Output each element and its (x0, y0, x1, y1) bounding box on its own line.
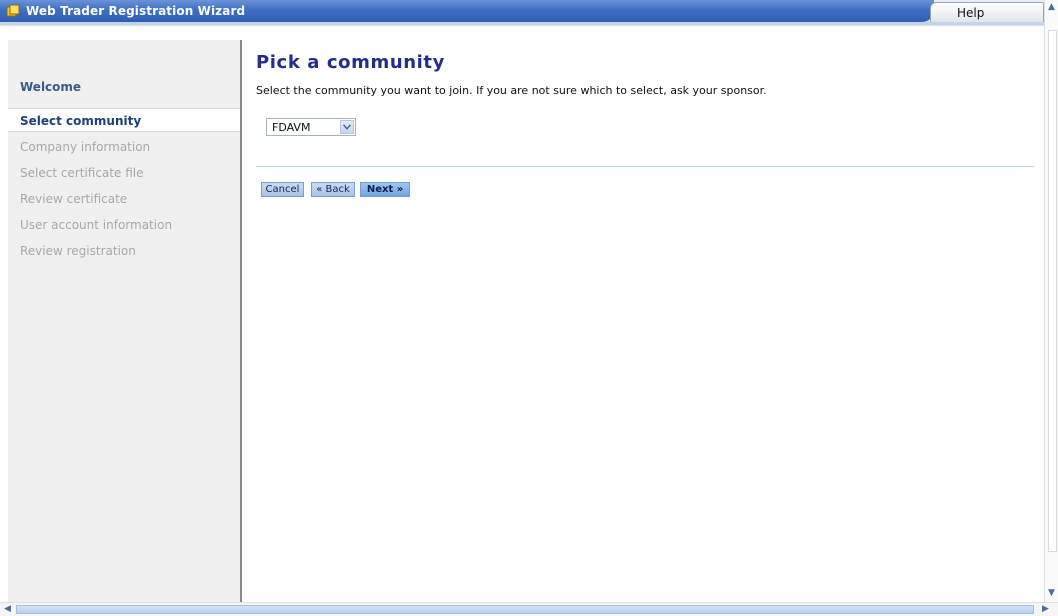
step-select-certificate-file: Select certificate file (20, 166, 144, 180)
next-button[interactable]: Next » (360, 182, 410, 197)
page-title: Pick a community (256, 52, 445, 73)
horizontal-scroll-thumb[interactable] (16, 605, 1034, 614)
page-description: Select the community you want to join. I… (256, 84, 767, 97)
step-user-account-information: User account information (20, 218, 173, 232)
cancel-button[interactable]: Cancel (261, 182, 304, 197)
step-review-certificate: Review certificate (20, 192, 128, 206)
back-button[interactable]: « Back (311, 182, 355, 197)
title-bar-banner: Web Trader Registration Wizard (0, 0, 934, 22)
step-company-information: Company information (20, 140, 151, 154)
title-bar: Web Trader Registration Wizard Help (0, 0, 1044, 26)
chevron-down-icon[interactable] (340, 120, 354, 134)
scroll-left-icon[interactable]: ◀ (4, 604, 11, 614)
help-label: Help (957, 6, 985, 20)
vertical-scroll-thumb[interactable] (1048, 30, 1057, 552)
scroll-right-icon[interactable]: ▶ (1042, 604, 1049, 614)
horizontal-scrollbar[interactable]: ◀ ▶ (0, 602, 1058, 616)
wizard-steps-sidebar: Welcome Select community Company informa… (8, 40, 242, 604)
vertical-scrollbar[interactable]: ▲ ▼ (1044, 0, 1058, 602)
help-button[interactable]: Help (930, 2, 1044, 23)
step-welcome[interactable]: Welcome (8, 76, 240, 98)
step-select-community[interactable]: Select community (8, 108, 240, 132)
scroll-down-icon[interactable]: ▼ (1048, 588, 1055, 598)
step-review-registration: Review registration (20, 244, 136, 258)
community-select[interactable]: FDAVM (266, 118, 356, 136)
section-divider (256, 166, 1034, 167)
window-title: Web Trader Registration Wizard (26, 4, 246, 18)
scroll-up-icon[interactable]: ▲ (1048, 2, 1055, 12)
app-window-icon (6, 4, 20, 18)
community-select-value: FDAVM (272, 121, 311, 134)
title-bar-divider (0, 22, 1044, 25)
